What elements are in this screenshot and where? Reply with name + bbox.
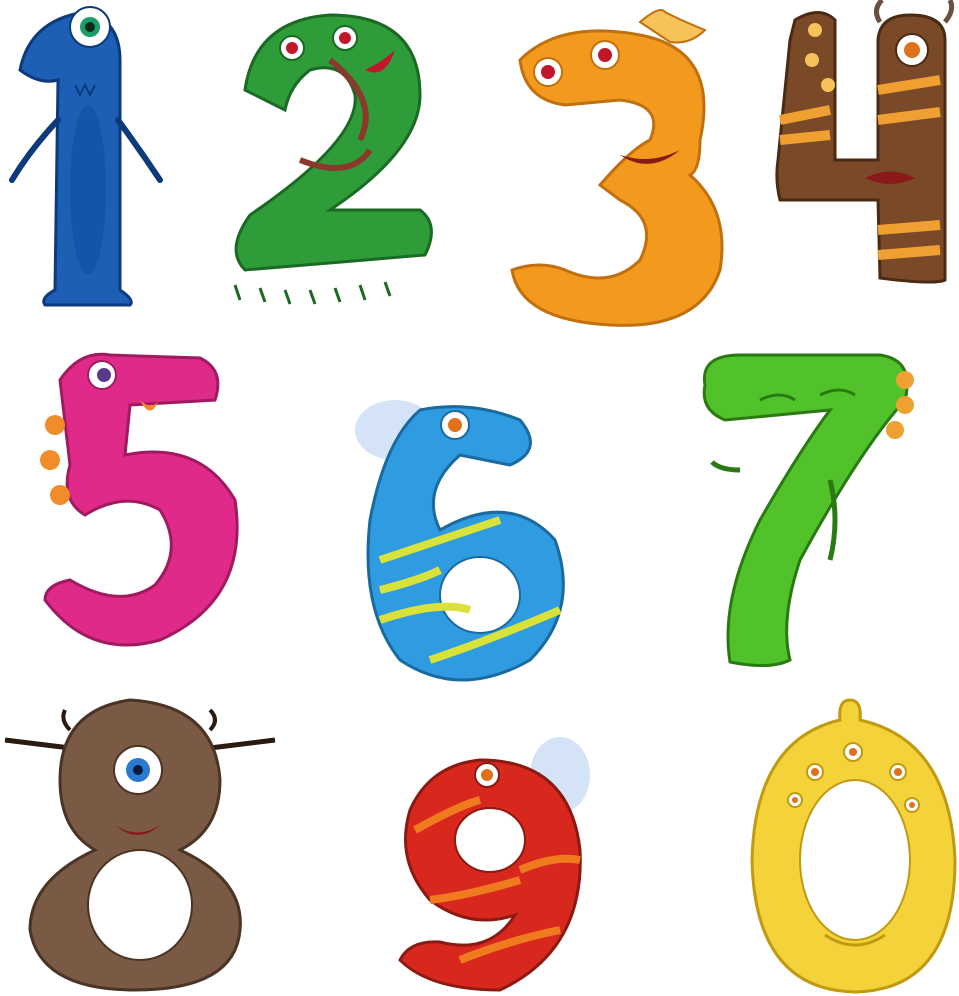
monster-digit-5 — [40, 352, 239, 647]
monster-numbers-illustration — [0, 0, 959, 996]
